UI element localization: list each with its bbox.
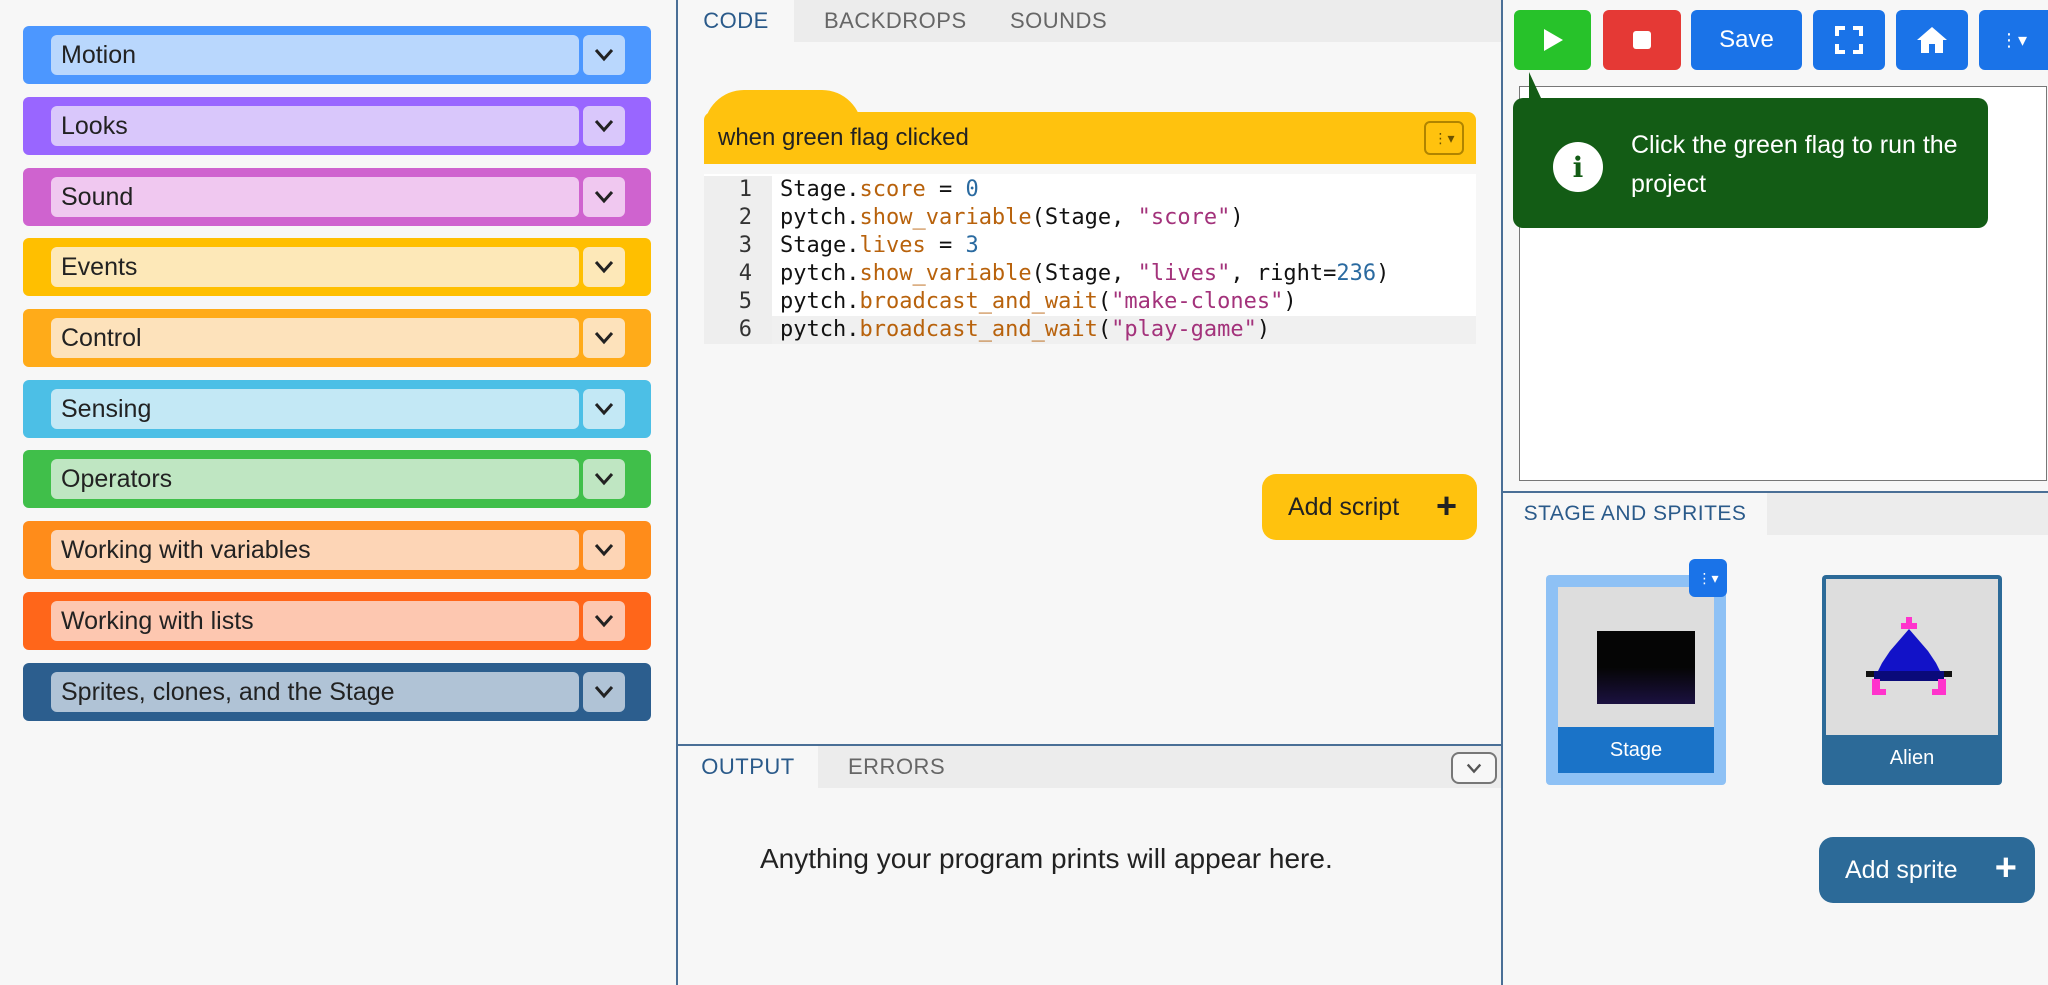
plus-icon: + [1994, 847, 2017, 889]
category-label: Events [51, 247, 579, 287]
more-menu-button[interactable]: ⋮▾ [1979, 10, 2048, 70]
tab-output[interactable]: OUTPUT [678, 746, 818, 788]
category-label: Motion [51, 35, 579, 75]
tooltip-message: Click the green flag to run the project [1631, 131, 1958, 198]
chevron-down-icon[interactable] [583, 530, 625, 570]
code-text: pytch.show_variable(Stage, "score") [780, 205, 1244, 230]
collapse-output-button[interactable] [1451, 752, 1497, 784]
stop-icon [1633, 31, 1651, 49]
sprite-menu-icon[interactable]: ⋮▾ [1689, 559, 1727, 597]
save-button[interactable]: Save [1691, 10, 1802, 70]
chevron-down-icon [1466, 763, 1482, 773]
green-flag-tooltip: i Click the green flag to run the projec… [1513, 72, 1988, 228]
sprite-name: Stage [1558, 727, 1714, 773]
category-label: Working with lists [51, 601, 579, 641]
block-palette: Motion Looks Sound Events Control Sensin… [0, 0, 676, 985]
line-number: 4 [704, 260, 772, 288]
category-sprites-clones-stage[interactable]: Sprites, clones, and the Stage [23, 663, 651, 721]
category-label: Working with variables [51, 530, 579, 570]
line-number: 3 [704, 232, 772, 260]
chevron-down-icon[interactable] [583, 318, 625, 358]
play-icon [1543, 29, 1563, 51]
code-text: pytch.broadcast_and_wait("play-game") [780, 317, 1271, 342]
code-line: 4 pytch.show_variable(Stage, "lives", ri… [704, 260, 1476, 288]
sprite-card-alien[interactable]: Alien [1822, 575, 2002, 785]
code-text: pytch.broadcast_and_wait("make-clones") [780, 289, 1297, 314]
chevron-down-icon[interactable] [583, 672, 625, 712]
category-label: Sensing [51, 389, 579, 429]
code-line: 5 pytch.broadcast_and_wait("make-clones"… [704, 288, 1476, 316]
category-sensing[interactable]: Sensing [23, 380, 651, 438]
category-sound[interactable]: Sound [23, 168, 651, 226]
category-label: Sound [51, 177, 579, 217]
code-line: 3 Stage.lives = 3 [704, 232, 1476, 260]
code-line: 2 pytch.show_variable(Stage, "score") [704, 204, 1476, 232]
tab-sounds[interactable]: SOUNDS [1010, 0, 1107, 42]
line-number: 1 [704, 176, 772, 204]
chevron-down-icon[interactable] [583, 177, 625, 217]
code-panel: CODE BACKDROPS SOUNDS when green flag cl… [676, 0, 1503, 985]
script-menu-icon[interactable]: ⋮▾ [1424, 121, 1464, 155]
category-lists[interactable]: Working with lists [23, 592, 651, 650]
category-operators[interactable]: Operators [23, 450, 651, 508]
tab-stage-and-sprites[interactable]: STAGE AND SPRITES [1503, 493, 1767, 535]
code-text: Stage.lives = 3 [780, 233, 979, 258]
hat-block-label: when green flag clicked [718, 124, 969, 151]
stage-thumbnail [1558, 587, 1714, 737]
home-icon [1917, 27, 1947, 53]
green-flag-button[interactable] [1514, 10, 1591, 70]
output-placeholder: Anything your program prints will appear… [760, 843, 1333, 874]
sprite-name: Alien [1889, 747, 1935, 769]
code-editor[interactable]: 1 Stage.score = 0 2 pytch.show_variable(… [704, 174, 1476, 344]
add-sprite-label: Add sprite [1845, 855, 1958, 884]
chevron-down-icon[interactable] [583, 389, 625, 429]
alien-sprite-image [1866, 617, 1952, 695]
stop-button[interactable] [1603, 10, 1681, 70]
hat-block[interactable]: when green flag clicked ⋮▾ [704, 112, 1476, 164]
tab-backdrops[interactable]: BACKDROPS [824, 0, 967, 42]
category-label: Looks [51, 106, 579, 146]
line-number: 2 [704, 204, 772, 232]
fullscreen-icon [1835, 26, 1863, 54]
backdrop-image [1597, 631, 1695, 704]
plus-icon: + [1435, 485, 1457, 526]
add-script-button[interactable]: Add script + [1262, 474, 1477, 540]
category-label: Operators [51, 459, 579, 499]
code-text: Stage.score = 0 [780, 177, 979, 202]
category-control[interactable]: Control [23, 309, 651, 367]
stage-panel: Save ⋮▾ i Click the green flag to run th… [1503, 0, 2048, 985]
line-number: 6 [704, 316, 772, 344]
category-variables[interactable]: Working with variables [23, 521, 651, 579]
code-tabbar: CODE BACKDROPS SOUNDS [678, 0, 1501, 42]
code-line: 1 Stage.score = 0 [704, 176, 1476, 204]
category-looks[interactable]: Looks [23, 97, 651, 155]
category-events[interactable]: Events [23, 238, 651, 296]
tab-code[interactable]: CODE [678, 0, 794, 42]
alien-thumbnail [1826, 579, 1998, 735]
chevron-down-icon[interactable] [583, 601, 625, 641]
info-icon: i [1553, 142, 1603, 192]
add-sprite-button[interactable]: Add sprite + [1819, 837, 2035, 903]
add-script-label: Add script [1288, 492, 1400, 521]
tab-errors[interactable]: ERRORS [848, 746, 945, 788]
chevron-down-icon[interactable] [583, 106, 625, 146]
code-line-active: 6 pytch.broadcast_and_wait("play-game") [704, 316, 1476, 344]
chevron-down-icon[interactable] [583, 35, 625, 75]
line-number: 5 [704, 288, 772, 316]
category-motion[interactable]: Motion [23, 26, 651, 84]
chevron-down-icon[interactable] [583, 247, 625, 287]
fullscreen-button[interactable] [1813, 10, 1885, 70]
sprites-tabbar: STAGE AND SPRITES [1503, 491, 2048, 535]
code-text: pytch.show_variable(Stage, "lives", righ… [780, 261, 1390, 286]
category-label: Control [51, 318, 579, 358]
output-tabbar: OUTPUT ERRORS [678, 744, 1501, 788]
category-label: Sprites, clones, and the Stage [51, 672, 579, 712]
sprite-card-stage[interactable]: Stage ⋮▾ [1546, 559, 1727, 785]
chevron-down-icon[interactable] [583, 459, 625, 499]
home-button[interactable] [1896, 10, 1968, 70]
